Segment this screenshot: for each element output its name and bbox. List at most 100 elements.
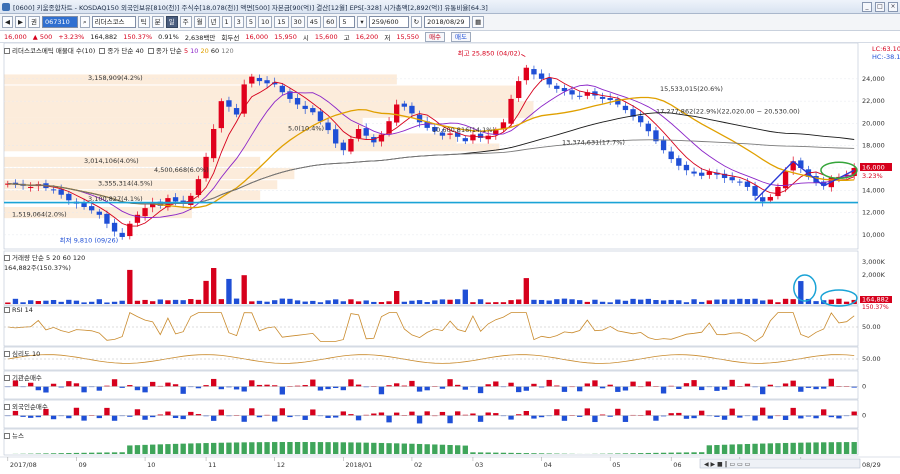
foreign-bar bbox=[554, 409, 560, 416]
inst-bar bbox=[630, 381, 636, 387]
volume-bar bbox=[699, 301, 705, 304]
news-bar bbox=[142, 444, 148, 454]
volume-bar bbox=[333, 299, 339, 304]
stock-code-input[interactable]: 067310 bbox=[41, 16, 78, 28]
legend-checkbox[interactable] bbox=[147, 48, 154, 54]
interval-3-button[interactable]: 3 bbox=[233, 16, 244, 28]
news-bar bbox=[851, 442, 857, 454]
news-bar bbox=[500, 452, 507, 454]
foreign-bar bbox=[409, 411, 415, 416]
inst-bar bbox=[43, 386, 49, 393]
interval-10-button[interactable]: 10 bbox=[257, 16, 273, 28]
legend-checkbox[interactable] bbox=[4, 48, 10, 54]
volume-bar bbox=[35, 301, 41, 304]
ma5-legend: 5 bbox=[183, 47, 189, 55]
volume-bar bbox=[683, 302, 690, 304]
minimize-button[interactable]: _ bbox=[862, 2, 872, 12]
volume-value: 164,882 bbox=[90, 32, 118, 41]
news-bar bbox=[256, 442, 263, 454]
chart-area[interactable]: 24,000 22,000 20,000 18,000 16,000 14,000 12,0… bbox=[0, 42, 900, 474]
volume-bar bbox=[386, 301, 392, 304]
volume-bar bbox=[523, 278, 529, 304]
period-tick-button[interactable]: 틱 bbox=[137, 16, 150, 28]
nav-next-button[interactable]: ▶ bbox=[15, 16, 26, 28]
interval-15-button[interactable]: 15 bbox=[274, 16, 289, 28]
interval-45-button[interactable]: 45 bbox=[306, 16, 322, 28]
count-input[interactable]: 5 bbox=[339, 16, 356, 28]
calendar-icon[interactable]: ▦ bbox=[472, 16, 485, 28]
candle-body bbox=[538, 73, 545, 79]
inst-bar bbox=[782, 383, 789, 387]
foreign-bar bbox=[447, 415, 453, 424]
volume-bar bbox=[546, 300, 552, 304]
interval-30-button[interactable]: 30 bbox=[290, 16, 305, 28]
buy-button[interactable]: 매수 bbox=[425, 31, 446, 42]
volume-bar bbox=[256, 300, 263, 304]
news-bar bbox=[760, 443, 766, 454]
period-day-button[interactable]: 일 bbox=[165, 16, 178, 28]
date-input[interactable]: 2018/08/29 bbox=[424, 16, 471, 28]
interval-60-button[interactable]: 60 bbox=[323, 16, 338, 28]
volume-bar bbox=[272, 300, 278, 304]
rights-button[interactable]: 권 bbox=[28, 16, 40, 28]
candle-body bbox=[470, 134, 476, 141]
close-button[interactable]: × bbox=[888, 2, 898, 12]
foreign-bar bbox=[538, 415, 545, 418]
interval-1-button[interactable]: 1 bbox=[221, 16, 232, 28]
news-bar bbox=[455, 445, 461, 454]
volume-bar bbox=[325, 300, 331, 304]
chart-svg[interactable]: 24,000 22,000 20,000 18,000 16,000 14,000 12,0… bbox=[0, 42, 900, 474]
period-minute-button[interactable]: 분 bbox=[151, 16, 164, 28]
maximize-button[interactable]: □ bbox=[875, 2, 885, 12]
volume-bar bbox=[317, 302, 324, 304]
foreign-bar bbox=[828, 415, 834, 418]
inst-bar bbox=[264, 384, 270, 387]
foreign-bar bbox=[523, 411, 529, 416]
refresh-icon[interactable]: ↻ bbox=[410, 16, 423, 28]
ma-legend-prefix: 종가 단순 bbox=[155, 47, 182, 55]
volume-bar bbox=[607, 302, 613, 304]
interval-5-button[interactable]: 5 bbox=[245, 16, 256, 28]
legend-checkbox[interactable] bbox=[4, 351, 10, 357]
legend-checkbox[interactable] bbox=[99, 48, 106, 54]
news-bar bbox=[264, 442, 270, 454]
inst-bar bbox=[409, 380, 415, 387]
inst-bar bbox=[508, 382, 514, 387]
nav-prev-button[interactable]: ◀ bbox=[2, 16, 13, 28]
candle-body bbox=[81, 202, 87, 207]
legend-checkbox[interactable] bbox=[4, 307, 10, 313]
legend-checkbox[interactable] bbox=[4, 404, 10, 410]
inst-bar bbox=[645, 381, 651, 387]
spin-icon[interactable]: ▾ bbox=[357, 16, 367, 28]
candle-body bbox=[302, 105, 308, 109]
news-bar bbox=[310, 442, 316, 454]
inst-bar bbox=[325, 386, 331, 390]
period-month-button[interactable]: 월 bbox=[193, 16, 206, 28]
inst-bar bbox=[790, 380, 796, 387]
news-bar bbox=[538, 453, 545, 454]
legend-checkbox[interactable] bbox=[4, 255, 10, 261]
candle-body bbox=[660, 140, 667, 151]
news-bar bbox=[134, 445, 141, 454]
search-icon[interactable]: ⌕ bbox=[79, 16, 90, 28]
candle-body bbox=[279, 85, 285, 93]
volume-bar bbox=[66, 299, 72, 304]
news-bar bbox=[531, 453, 537, 454]
period-week-button[interactable]: 주 bbox=[179, 16, 192, 28]
stock-name-field[interactable]: 리더스코스 bbox=[91, 16, 136, 28]
legend-checkbox[interactable] bbox=[4, 375, 10, 381]
last-pct-tag-text: 3.23% bbox=[862, 172, 883, 180]
volume-bar bbox=[508, 300, 514, 304]
foreign-bar bbox=[683, 415, 690, 419]
foreign-bar bbox=[416, 415, 423, 424]
volume-bar bbox=[538, 299, 545, 304]
page-count-field[interactable]: 259/600 bbox=[368, 16, 409, 28]
sell-button[interactable]: 매도 bbox=[451, 31, 471, 42]
volume-bar bbox=[676, 300, 682, 304]
volume-profile-label: 15,533,015(20.6%) bbox=[660, 85, 723, 93]
volume-bar bbox=[81, 302, 87, 304]
period-year-button[interactable]: 년 bbox=[207, 16, 220, 28]
last-price-tag-text: 16,000 bbox=[862, 164, 885, 172]
news-bar bbox=[104, 452, 110, 454]
legend-checkbox[interactable] bbox=[4, 433, 10, 439]
